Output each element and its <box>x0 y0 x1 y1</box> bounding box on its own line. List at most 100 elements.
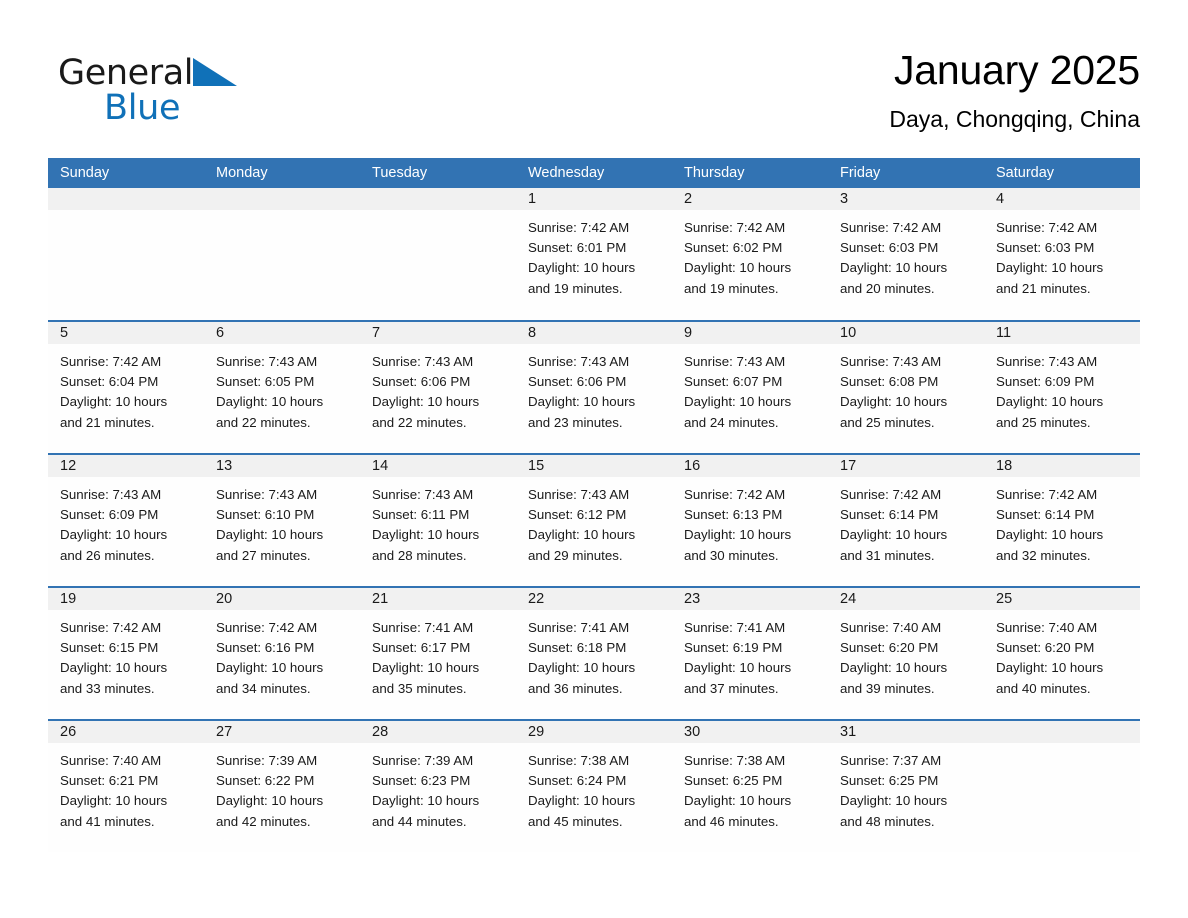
calendar-day-cell[interactable]: 18 Sunrise: 7:42 AM Sunset: 6:14 PM Dayligh… <box>984 455 1140 586</box>
day-number: 22 <box>516 588 672 610</box>
calendar-day-cell[interactable]: 20 Sunrise: 7:42 AM Sunset: 6:16 PM Dayligh… <box>204 588 360 719</box>
day-daylight-line2-text: and 45 minutes. <box>528 813 623 829</box>
day-number: 18 <box>984 455 1140 477</box>
generalblue-logo[interactable]: General Blue <box>58 52 258 132</box>
day-details: Sunrise: 7:42 AM Sunset: 6:14 PM Daylight:… <box>828 477 984 566</box>
calendar-day-cell[interactable]: 30 Sunrise: 7:38 AM Sunset: 6:25 PM Dayligh… <box>672 721 828 852</box>
calendar-day-cell[interactable]: 6 Sunrise: 7:43 AM Sunset: 6:05 PM Daylight… <box>204 322 360 453</box>
day-daylight-line2-text: and 34 minutes. <box>216 680 311 696</box>
day-daylight-line2-text: and 22 minutes. <box>216 414 311 430</box>
calendar-day-cell[interactable]: 27 Sunrise: 7:39 AM Sunset: 6:22 PM Dayligh… <box>204 721 360 852</box>
calendar-day-cell[interactable]: 16 Sunrise: 7:42 AM Sunset: 6:13 PM Dayligh… <box>672 455 828 586</box>
day-daylight-line1-text: Daylight: 10 hours <box>684 527 792 543</box>
day-sunrise-text: Sunrise: 7:40 AM <box>840 620 942 635</box>
calendar-day-cell[interactable]: 17 Sunrise: 7:42 AM Sunset: 6:14 PM Dayligh… <box>828 455 984 586</box>
day-daylight-line2-text: and 19 minutes. <box>528 280 623 296</box>
calendar-day-cell[interactable]: 5 Sunrise: 7:42 AM Sunset: 6:04 PM Daylight… <box>48 322 204 453</box>
day-number: 25 <box>984 588 1140 610</box>
day-number: 3 <box>828 188 984 210</box>
day-number: 10 <box>828 322 984 344</box>
day-number: 9 <box>672 322 828 344</box>
day-number: 2 <box>672 188 828 210</box>
calendar-day-cell[interactable]: 25 Sunrise: 7:40 AM Sunset: 6:20 PM Dayligh… <box>984 588 1140 719</box>
day-sunset-text: Sunset: 6:19 PM <box>684 640 783 656</box>
day-details: Sunrise: 7:41 AM Sunset: 6:19 PM Daylight:… <box>672 610 828 699</box>
day-sunset-text: Sunset: 6:25 PM <box>840 773 939 789</box>
day-daylight-line1-text: Daylight: 10 hours <box>996 660 1104 676</box>
calendar-day-cell[interactable]: 21 Sunrise: 7:41 AM Sunset: 6:17 PM Dayligh… <box>360 588 516 719</box>
calendar-day-cell[interactable]: 14 Sunrise: 7:43 AM Sunset: 6:11 PM Dayligh… <box>360 455 516 586</box>
day-daylight-line1-text: Daylight: 10 hours <box>528 394 636 410</box>
day-daylight-line1-text: Daylight: 10 hours <box>216 394 324 410</box>
day-sunrise-text: Sunrise: 7:41 AM <box>684 620 786 635</box>
day-details: Sunrise: 7:42 AM Sunset: 6:04 PM Daylight:… <box>48 344 204 433</box>
day-sunset-text: Sunset: 6:05 PM <box>216 374 315 390</box>
day-sunrise-text: Sunrise: 7:43 AM <box>60 487 162 502</box>
calendar-day-cell[interactable]: 31 Sunrise: 7:37 AM Sunset: 6:25 PM Dayligh… <box>828 721 984 852</box>
day-number: 28 <box>360 721 516 743</box>
calendar-day-cell[interactable]: 4 Sunrise: 7:42 AM Sunset: 6:03 PM Daylight… <box>984 188 1140 320</box>
day-sunrise-text: Sunrise: 7:43 AM <box>216 354 318 369</box>
day-sunset-text: Sunset: 6:01 PM <box>528 240 627 256</box>
day-number: 1 <box>516 188 672 210</box>
title-block: January 2025 Daya, Chongqing, China <box>889 44 1140 136</box>
calendar-day-cell[interactable]: 8 Sunrise: 7:43 AM Sunset: 6:06 PM Daylight… <box>516 322 672 453</box>
day-details: Sunrise: 7:38 AM Sunset: 6:25 PM Daylight:… <box>672 743 828 832</box>
day-daylight-line2-text: and 25 minutes. <box>996 414 1091 430</box>
day-sunrise-text: Sunrise: 7:42 AM <box>684 220 786 235</box>
day-daylight-line1-text: Daylight: 10 hours <box>684 793 792 809</box>
day-details: Sunrise: 7:43 AM Sunset: 6:06 PM Daylight:… <box>516 344 672 433</box>
day-sunset-text: Sunset: 6:21 PM <box>60 773 159 789</box>
calendar-week-row: 5 Sunrise: 7:42 AM Sunset: 6:04 PM Daylight… <box>48 320 1140 453</box>
day-sunset-text: Sunset: 6:08 PM <box>840 374 939 390</box>
calendar-day-cell[interactable]: 11 Sunrise: 7:43 AM Sunset: 6:09 PM Dayligh… <box>984 322 1140 453</box>
calendar-day-cell[interactable]: 7 Sunrise: 7:43 AM Sunset: 6:06 PM Daylight… <box>360 322 516 453</box>
calendar-day-cell-empty <box>360 188 516 320</box>
day-sunrise-text: Sunrise: 7:42 AM <box>840 487 942 502</box>
logo-top-row: General <box>58 52 258 94</box>
day-details: Sunrise: 7:42 AM Sunset: 6:03 PM Daylight:… <box>984 210 1140 299</box>
calendar-day-cell[interactable]: 28 Sunrise: 7:39 AM Sunset: 6:23 PM Dayligh… <box>360 721 516 852</box>
calendar-day-cell[interactable]: 9 Sunrise: 7:43 AM Sunset: 6:07 PM Daylight… <box>672 322 828 453</box>
day-sunset-text: Sunset: 6:17 PM <box>372 640 471 656</box>
calendar-day-cell[interactable]: 26 Sunrise: 7:40 AM Sunset: 6:21 PM Dayligh… <box>48 721 204 852</box>
day-details: Sunrise: 7:41 AM Sunset: 6:18 PM Daylight:… <box>516 610 672 699</box>
day-daylight-line1-text: Daylight: 10 hours <box>840 793 948 809</box>
day-sunset-text: Sunset: 6:11 PM <box>372 507 470 523</box>
day-sunset-text: Sunset: 6:15 PM <box>60 640 159 656</box>
dow-wednesday: Wednesday <box>528 165 605 181</box>
day-daylight-line1-text: Daylight: 10 hours <box>996 260 1104 276</box>
day-details: Sunrise: 7:39 AM Sunset: 6:23 PM Daylight:… <box>360 743 516 832</box>
day-number: 17 <box>828 455 984 477</box>
calendar-day-cell[interactable]: 13 Sunrise: 7:43 AM Sunset: 6:10 PM Dayligh… <box>204 455 360 586</box>
day-sunset-text: Sunset: 6:03 PM <box>840 240 939 256</box>
day-number: 27 <box>204 721 360 743</box>
calendar-day-cell[interactable]: 1 Sunrise: 7:42 AM Sunset: 6:01 PM Daylight… <box>516 188 672 320</box>
calendar-day-cell[interactable]: 10 Sunrise: 7:43 AM Sunset: 6:08 PM Dayligh… <box>828 322 984 453</box>
day-sunrise-text: Sunrise: 7:42 AM <box>684 487 786 502</box>
day-daylight-line2-text: and 31 minutes. <box>840 547 935 563</box>
calendar-week-row: 19 Sunrise: 7:42 AM Sunset: 6:15 PM Dayligh… <box>48 586 1140 719</box>
day-number <box>984 721 1140 743</box>
day-daylight-line1-text: Daylight: 10 hours <box>372 527 480 543</box>
day-sunset-text: Sunset: 6:16 PM <box>216 640 315 656</box>
day-daylight-line2-text: and 20 minutes. <box>840 280 935 296</box>
calendar-day-cell[interactable]: 23 Sunrise: 7:41 AM Sunset: 6:19 PM Dayligh… <box>672 588 828 719</box>
calendar-day-cell[interactable]: 3 Sunrise: 7:42 AM Sunset: 6:03 PM Daylight… <box>828 188 984 320</box>
calendar-day-cell[interactable]: 24 Sunrise: 7:40 AM Sunset: 6:20 PM Dayligh… <box>828 588 984 719</box>
calendar-day-cell[interactable]: 12 Sunrise: 7:43 AM Sunset: 6:09 PM Dayligh… <box>48 455 204 586</box>
day-sunrise-text: Sunrise: 7:42 AM <box>60 354 162 369</box>
day-sunrise-text: Sunrise: 7:43 AM <box>996 354 1098 369</box>
day-sunset-text: Sunset: 6:02 PM <box>684 240 783 256</box>
day-daylight-line1-text: Daylight: 10 hours <box>60 660 168 676</box>
calendar-day-cell[interactable]: 2 Sunrise: 7:42 AM Sunset: 6:02 PM Daylight… <box>672 188 828 320</box>
dow-thursday: Thursday <box>684 165 745 181</box>
calendar-day-cell[interactable]: 22 Sunrise: 7:41 AM Sunset: 6:18 PM Dayligh… <box>516 588 672 719</box>
day-number: 7 <box>360 322 516 344</box>
calendar-day-cell[interactable]: 19 Sunrise: 7:42 AM Sunset: 6:15 PM Dayligh… <box>48 588 204 719</box>
day-daylight-line1-text: Daylight: 10 hours <box>216 527 324 543</box>
day-sunset-text: Sunset: 6:13 PM <box>684 507 783 523</box>
day-sunset-text: Sunset: 6:24 PM <box>528 773 627 789</box>
calendar-day-cell[interactable]: 29 Sunrise: 7:38 AM Sunset: 6:24 PM Dayligh… <box>516 721 672 852</box>
calendar-day-cell[interactable]: 15 Sunrise: 7:43 AM Sunset: 6:12 PM Dayligh… <box>516 455 672 586</box>
